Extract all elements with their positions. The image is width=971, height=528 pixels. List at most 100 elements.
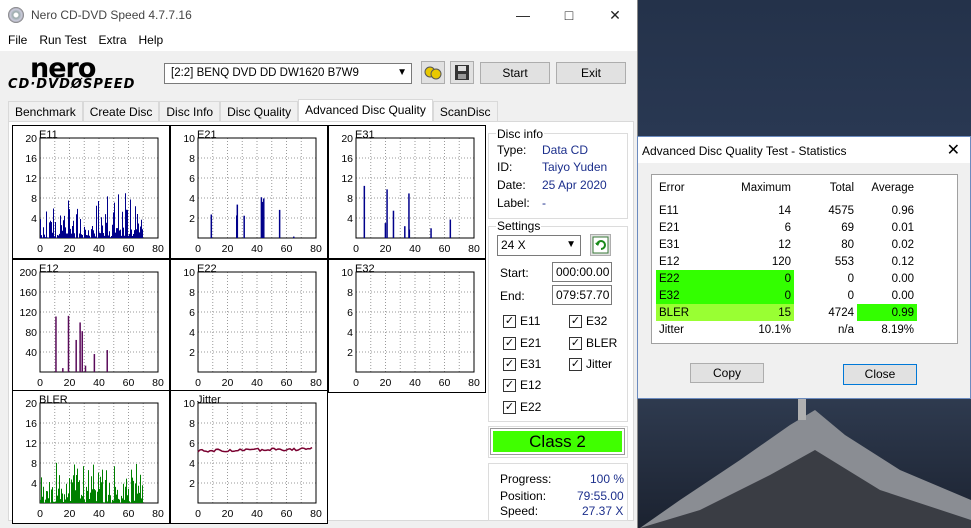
table-row: E12 120 553 0.12 xyxy=(656,253,917,270)
checkbox-e31[interactable]: ✓ xyxy=(503,358,516,371)
cell-max: 0 xyxy=(736,287,794,304)
tab-advanced-disc-quality[interactable]: Advanced Disc Quality xyxy=(298,99,433,121)
checkbox-label: BLER xyxy=(586,336,618,350)
x-tick-label: 60 xyxy=(123,377,135,389)
chart-plot: 201612840 20 40 60 80 xyxy=(25,133,164,255)
cell-error: E12 xyxy=(659,255,680,268)
table-row: BLER 15 4724 0.99 xyxy=(656,304,917,321)
checkbox-bler[interactable]: ✓ xyxy=(569,337,582,350)
y-tick-label: 2 xyxy=(189,478,195,490)
y-tick-label: 6 xyxy=(189,307,195,319)
y-tick-label: 4 xyxy=(31,213,37,225)
checkbox-e12[interactable]: ✓ xyxy=(503,379,516,392)
checkbox-e22[interactable]: ✓ xyxy=(503,401,516,414)
y-tick-label: 10 xyxy=(341,267,353,279)
chart-plot: 1086420 20 40 60 80 xyxy=(183,398,322,520)
x-tick-label: 80 xyxy=(468,377,480,389)
cell-error: BLER xyxy=(656,304,736,321)
table-row: E31 12 80 0.02 xyxy=(656,236,917,253)
chart-plot: 201612840 20 40 60 80 xyxy=(25,398,164,520)
tab-benchmark[interactable]: Benchmark xyxy=(8,101,83,121)
x-tick-label: 40 xyxy=(93,377,105,389)
speed-select-value: 24 X xyxy=(501,238,526,252)
header-total: Total xyxy=(829,181,854,194)
chart-jitter: Jitter 10 8 6 4 2 0 20 40 60 80 xyxy=(170,390,328,524)
start-button[interactable]: Start xyxy=(480,62,550,84)
eject-button[interactable] xyxy=(421,61,445,84)
start-time-label: Start: xyxy=(500,266,529,280)
close-dialog-button[interactable]: Close xyxy=(843,364,917,385)
checkbox-e11[interactable]: ✓ xyxy=(503,315,516,328)
x-tick-label: 40 xyxy=(93,508,105,520)
y-tick-label: 4 xyxy=(189,193,195,205)
x-tick-label: 20 xyxy=(64,508,76,520)
drive-select[interactable]: [2:2] BENQ DVD DD DW1620 B7W9 ▼ xyxy=(164,63,412,84)
menu-extra[interactable]: Extra xyxy=(92,31,132,51)
chart-plot: 1086420 20 40 60 80 xyxy=(183,133,322,255)
cell-avg: 0.00 xyxy=(891,272,914,285)
date-value: 25 Apr 2020 xyxy=(542,178,607,192)
y-tick-label: 8 xyxy=(31,193,37,205)
tab-disc-info[interactable]: Disc Info xyxy=(159,101,221,121)
checkbox-jitter[interactable]: ✓ xyxy=(569,358,582,371)
start-time-input[interactable]: 000:00.00 xyxy=(552,262,612,282)
tab-disc-quality[interactable]: Disc Quality xyxy=(220,101,299,121)
chart-bler: BLER 20 16 12 8 4 0 20 40 60 80 xyxy=(12,390,170,524)
table-row: E11 14 4575 0.96 xyxy=(656,202,917,219)
class-badge: Class 2 xyxy=(490,428,625,455)
x-tick-label: 60 xyxy=(439,243,451,255)
x-tick-label: 20 xyxy=(222,508,234,520)
header-maximum: Maximum xyxy=(741,181,791,194)
chevron-down-icon: ▼ xyxy=(566,239,576,250)
cell-total: 80 xyxy=(841,238,854,251)
y-tick-label: 8 xyxy=(189,287,195,299)
x-tick-label: 20 xyxy=(222,377,234,389)
advanced-disc-quality-panel: E11 20 16 12 8 4 0 20 40 60 80 E21 10 8 6 4 2 0 20 40 60 80 E3… xyxy=(8,121,634,524)
x-tick-label: 80 xyxy=(310,243,322,255)
close-icon[interactable]: ✕ xyxy=(947,140,960,160)
header-average: Average xyxy=(871,181,914,194)
x-tick-label: 80 xyxy=(152,508,164,520)
speed-select[interactable]: 24 X ▼ xyxy=(497,235,581,256)
cell-total: 69 xyxy=(841,221,854,234)
checkbox-e32[interactable]: ✓ xyxy=(569,315,582,328)
header-error: Error xyxy=(659,181,685,194)
menu-run-test[interactable]: Run Test xyxy=(33,31,92,51)
x-tick-label: 60 xyxy=(281,243,293,255)
menu-help[interactable]: Help xyxy=(133,31,170,51)
window-title: Nero CD-DVD Speed 4.7.7.16 xyxy=(31,8,192,22)
y-tick-label: 120 xyxy=(19,307,37,319)
end-time-input[interactable]: 079:57.70 xyxy=(552,285,612,305)
position-value: 79:55.00 xyxy=(577,489,624,503)
y-tick-label: 2 xyxy=(189,347,195,359)
y-tick-label: 160 xyxy=(19,287,37,299)
maximize-button[interactable]: □ xyxy=(546,0,592,31)
save-button[interactable] xyxy=(450,61,474,84)
y-tick-label: 2 xyxy=(347,347,353,359)
chart-e32: E32 10 8 6 4 2 0 20 40 60 80 xyxy=(328,259,486,393)
y-tick-label: 10 xyxy=(183,398,195,410)
close-button[interactable]: ✕ xyxy=(592,0,638,31)
y-tick-label: 12 xyxy=(25,173,37,185)
cell-error: E32 xyxy=(656,287,736,304)
exit-button[interactable]: Exit xyxy=(556,62,626,84)
refresh-icon xyxy=(592,236,609,254)
x-tick-label: 20 xyxy=(64,243,76,255)
tab-create-disc[interactable]: Create Disc xyxy=(82,101,160,121)
y-tick-label: 6 xyxy=(189,438,195,450)
refresh-button[interactable] xyxy=(590,234,611,256)
copy-button[interactable]: Copy xyxy=(690,363,764,383)
y-tick-label: 8 xyxy=(189,418,195,430)
checkbox-e21[interactable]: ✓ xyxy=(503,337,516,350)
x-tick-label: 80 xyxy=(152,377,164,389)
speed-label: Speed: xyxy=(500,504,539,518)
menu-file[interactable]: File xyxy=(2,31,33,51)
y-tick-label: 16 xyxy=(25,418,37,430)
date-label: Date: xyxy=(497,178,526,192)
cell-max: 120 xyxy=(771,255,791,268)
cell-total: 553 xyxy=(834,255,854,268)
end-time-label: End: xyxy=(500,289,525,303)
cell-max: 6 xyxy=(784,221,791,234)
minimize-button[interactable]: — xyxy=(500,0,546,31)
tab-scandisc[interactable]: ScanDisc xyxy=(432,101,498,121)
